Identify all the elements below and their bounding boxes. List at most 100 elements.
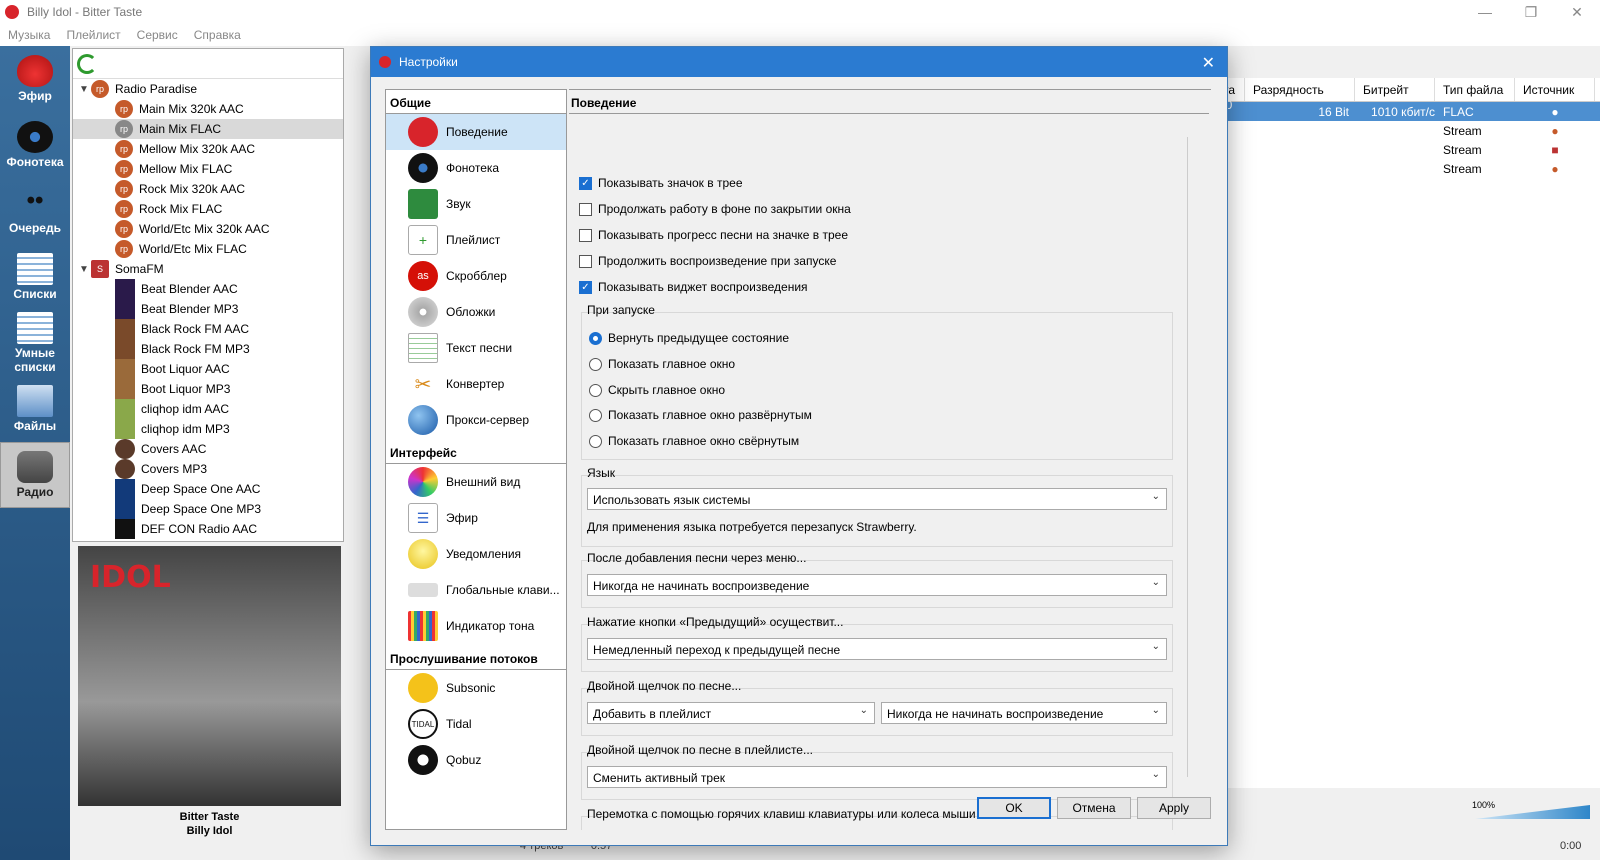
- tree-item[interactable]: rp World/Etc Mix FLAC: [73, 239, 343, 259]
- nav-item-behaviour[interactable]: Поведение: [386, 114, 566, 150]
- sidebar-item-playlists[interactable]: Списки: [0, 244, 70, 310]
- chevron-down-icon[interactable]: ▼: [77, 264, 91, 275]
- column-header[interactable]: Битрейт: [1355, 78, 1435, 101]
- column-header[interactable]: Разрядность: [1245, 78, 1355, 101]
- tree-item[interactable]: rp Mellow Mix 320k AAC: [73, 139, 343, 159]
- minimize-button[interactable]: —: [1462, 0, 1508, 24]
- checkbox-checked-icon[interactable]: ✓: [579, 176, 592, 190]
- tree-item[interactable]: rp World/Etc Mix 320k AAC: [73, 219, 343, 239]
- tree-item[interactable]: Covers MP3: [73, 459, 343, 479]
- chevron-down-icon[interactable]: ⌄: [1152, 769, 1160, 780]
- cancel-button[interactable]: Отмена: [1057, 797, 1131, 819]
- radio-unselected-icon[interactable]: [589, 383, 602, 397]
- nav-item-context[interactable]: ☰ Эфир: [386, 500, 566, 536]
- nav-item-scrobbler[interactable]: as Скробблер: [386, 258, 566, 294]
- close-icon[interactable]: ✕: [1202, 53, 1215, 73]
- tree-group-radio-paradise[interactable]: ▼ rp Radio Paradise: [73, 79, 343, 99]
- tree-group-somafm[interactable]: ▼ S SomaFM: [73, 259, 343, 279]
- radio-unselected-icon[interactable]: [589, 408, 602, 422]
- table-row[interactable]: Stream ●: [1205, 159, 1600, 178]
- sidebar-item-files[interactable]: Файлы: [0, 376, 70, 442]
- nav-item-moodbar[interactable]: Индикатор тона: [386, 608, 566, 644]
- startup-hide-radio[interactable]: Скрыть главное окно: [589, 383, 725, 397]
- sidebar-item-context[interactable]: Эфир: [0, 46, 70, 112]
- apply-button[interactable]: Apply: [1137, 797, 1211, 819]
- sidebar-item-radio[interactable]: Радио: [0, 442, 70, 508]
- tree-item[interactable]: rp Rock Mix FLAC: [73, 199, 343, 219]
- menu-help[interactable]: Справка: [194, 28, 241, 42]
- nav-item-sound[interactable]: Звук: [386, 186, 566, 222]
- nav-item-covers[interactable]: Обложки: [386, 294, 566, 330]
- chevron-down-icon[interactable]: ⌄: [1152, 641, 1160, 652]
- nav-item-playlist[interactable]: + Плейлист: [386, 222, 566, 258]
- previous-select[interactable]: Немедленный переход к предыдущей песне ⌄: [587, 638, 1167, 660]
- album-art[interactable]: IDOL: [78, 546, 341, 806]
- chevron-down-icon[interactable]: ▼: [77, 84, 91, 95]
- column-header[interactable]: Тип файла: [1435, 78, 1515, 101]
- double-click-play-select[interactable]: Никогда не начинать воспроизведение ⌄: [881, 702, 1167, 724]
- tree-item[interactable]: DEF CON Radio AAC: [73, 519, 343, 539]
- tray-progress-checkbox[interactable]: Показывать прогресс песни на значке в тр…: [579, 228, 848, 242]
- tree-item[interactable]: rp Rock Mix 320k AAC: [73, 179, 343, 199]
- startup-show-radio[interactable]: Показать главное окно: [589, 357, 735, 371]
- checkbox-unchecked-icon[interactable]: [579, 202, 592, 216]
- keep-running-checkbox[interactable]: Продолжать работу в фоне по закрытии окн…: [579, 202, 851, 216]
- show-tray-icon-checkbox[interactable]: ✓ Показывать значок в трее: [579, 176, 743, 190]
- tree-item[interactable]: Black Rock FM AAC: [73, 319, 343, 339]
- nav-item-global-shortcuts[interactable]: Глобальные клави...: [386, 572, 566, 608]
- tree-item[interactable]: Covers AAC: [73, 439, 343, 459]
- tree-item[interactable]: rp Main Mix 320k AAC: [73, 99, 343, 119]
- refresh-icon[interactable]: [77, 53, 97, 74]
- close-button[interactable]: ✕: [1554, 0, 1600, 24]
- tree-item[interactable]: Deep Space One AAC: [73, 479, 343, 499]
- chevron-down-icon[interactable]: ⌄: [1152, 705, 1160, 716]
- nav-item-lyrics[interactable]: Текст песни: [386, 330, 566, 366]
- language-select[interactable]: Использовать язык системы ⌄: [587, 488, 1167, 510]
- nav-item-appearance[interactable]: Внешний вид: [386, 464, 566, 500]
- startup-maximized-radio[interactable]: Показать главное окно развёрнутым: [589, 408, 812, 422]
- double-click-playlist-select[interactable]: Сменить активный трек ⌄: [587, 766, 1167, 788]
- column-header[interactable]: Источник: [1515, 78, 1595, 101]
- maximize-button[interactable]: ❐: [1508, 0, 1554, 24]
- ok-button[interactable]: OK: [977, 797, 1051, 819]
- settings-scrollbar[interactable]: [1187, 137, 1193, 777]
- nav-item-notifications[interactable]: Уведомления: [386, 536, 566, 572]
- sidebar-item-smart-playlists[interactable]: Умные списки: [0, 310, 70, 376]
- nav-item-subsonic[interactable]: Subsonic: [386, 670, 566, 706]
- nav-item-converter[interactable]: ✂ Конвертер: [386, 366, 566, 402]
- checkbox-checked-icon[interactable]: ✓: [579, 280, 592, 294]
- table-row[interactable]: ...00 Hz 16 Bit 1010 кбит/с FLAC ●: [1205, 98, 1600, 126]
- chevron-down-icon[interactable]: ⌄: [1152, 577, 1160, 588]
- tree-item[interactable]: Boot Liquor AAC: [73, 359, 343, 379]
- nav-item-tidal[interactable]: TIDAL Tidal: [386, 706, 566, 742]
- nav-item-proxy[interactable]: Прокси-сервер: [386, 402, 566, 438]
- chevron-down-icon[interactable]: ⌄: [860, 705, 868, 716]
- menu-music[interactable]: Музыка: [8, 28, 50, 42]
- table-row[interactable]: Stream ●: [1205, 121, 1600, 140]
- sidebar-item-collection[interactable]: Фонотека: [0, 112, 70, 178]
- chevron-down-icon[interactable]: ⌄: [1152, 491, 1160, 502]
- tree-item[interactable]: Black Rock FM MP3: [73, 339, 343, 359]
- radio-selected-icon[interactable]: [589, 331, 602, 345]
- radio-unselected-icon[interactable]: [589, 357, 602, 371]
- double-click-action-select[interactable]: Добавить в плейлист ⌄: [587, 702, 875, 724]
- table-row[interactable]: Stream ■: [1205, 140, 1600, 159]
- tree-item[interactable]: cliqhop idm AAC: [73, 399, 343, 419]
- tree-item[interactable]: Deep Space One MP3: [73, 499, 343, 519]
- tree-item[interactable]: rp Main Mix FLAC: [73, 119, 343, 139]
- menu-service[interactable]: Сервис: [137, 28, 178, 42]
- startup-restore-radio[interactable]: Вернуть предыдущее состояние: [589, 331, 789, 345]
- after-add-select[interactable]: Никогда не начинать воспроизведение ⌄: [587, 574, 1167, 596]
- checkbox-unchecked-icon[interactable]: [579, 254, 592, 268]
- tree-item[interactable]: Beat Blender MP3: [73, 299, 343, 319]
- tree-item[interactable]: Boot Liquor MP3: [73, 379, 343, 399]
- nav-item-collection[interactable]: Фонотека: [386, 150, 566, 186]
- resume-playback-checkbox[interactable]: Продолжить воспроизведение при запуске: [579, 254, 836, 268]
- playing-widget-checkbox[interactable]: ✓ Показывать виджет воспроизведения: [579, 280, 808, 294]
- tree-item[interactable]: cliqhop idm MP3: [73, 419, 343, 439]
- radio-unselected-icon[interactable]: [589, 434, 602, 448]
- tree-item[interactable]: rp Mellow Mix FLAC: [73, 159, 343, 179]
- sidebar-item-queue[interactable]: •• Очередь: [0, 178, 70, 244]
- startup-minimized-radio[interactable]: Показать главное окно свёрнутым: [589, 434, 799, 448]
- menu-playlist[interactable]: Плейлист: [66, 28, 120, 42]
